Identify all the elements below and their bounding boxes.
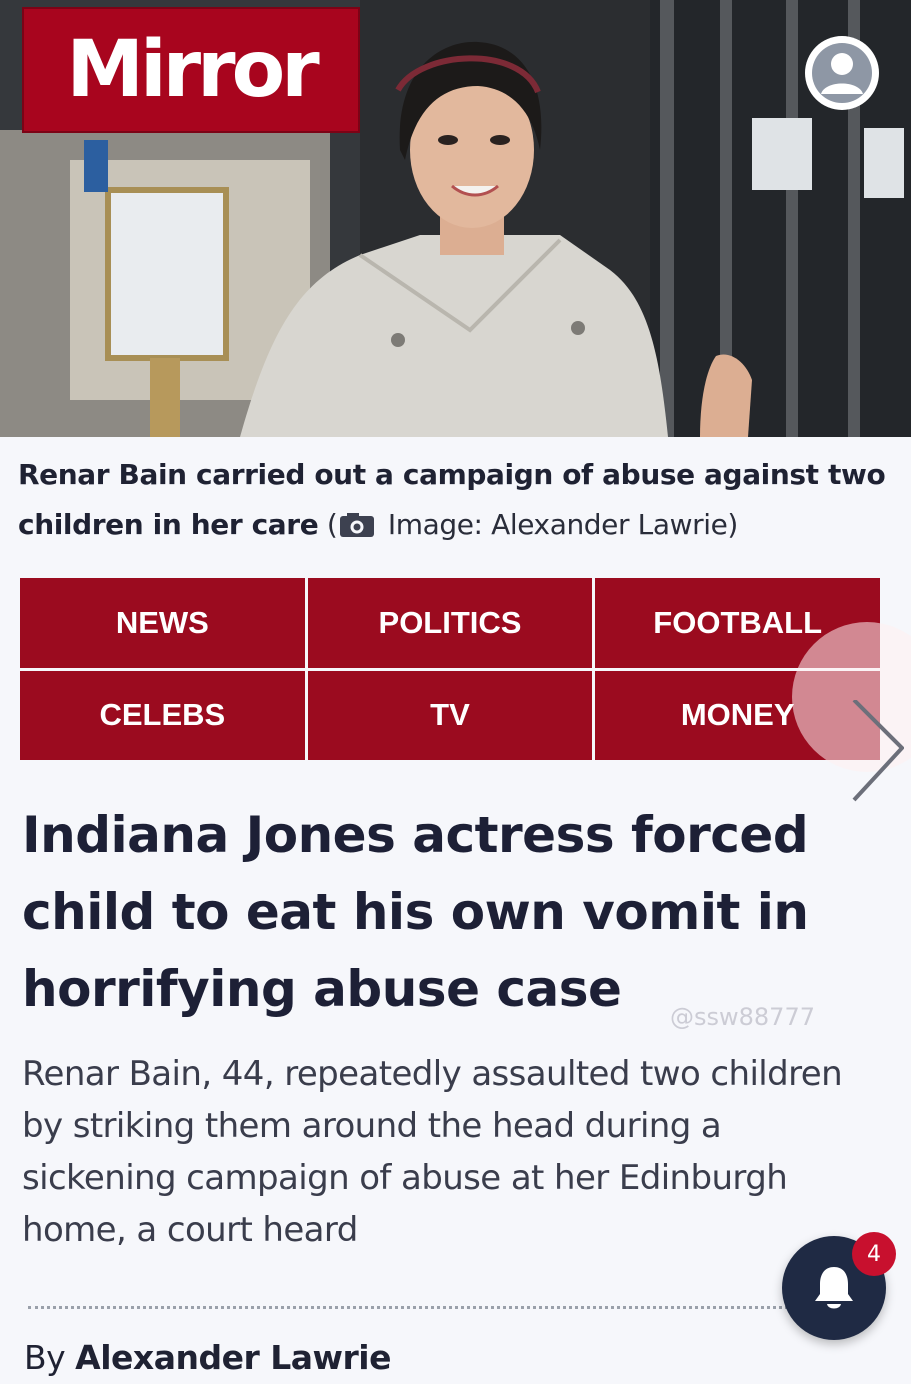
section-nav: NEWS POLITICS FOOTBALL CELEBS TV MONEY	[20, 578, 880, 760]
article-byline: By Alexander Lawrie	[24, 1338, 391, 1377]
chevron-right-icon	[852, 700, 904, 802]
watermark: @ssw88777	[670, 1003, 815, 1031]
article-headline: Indiana Jones actress forced child to ea…	[22, 806, 809, 1018]
article-standfirst: Renar Bain, 44, repeatedly assaulted two…	[22, 1054, 843, 1250]
photo-caption: Renar Bain carried out a campaign of abu…	[18, 450, 898, 550]
logo-text: Mirror	[66, 25, 319, 115]
nav-item-news[interactable]: NEWS	[20, 578, 305, 668]
caption-open-paren: (	[318, 508, 338, 541]
camera-icon	[340, 513, 375, 537]
mirror-logo[interactable]: Mirror	[22, 7, 360, 133]
bell-icon	[815, 1267, 853, 1309]
notification-count-badge: 4	[852, 1232, 896, 1276]
caption-credit: Image: Alexander Lawrie)	[379, 508, 738, 541]
byline-prefix: By	[24, 1338, 76, 1377]
account-button[interactable]	[801, 32, 883, 114]
nav-item-tv[interactable]: TV	[307, 670, 593, 760]
hero-photo: Mirror	[0, 0, 911, 437]
author-link[interactable]: Alexander Lawrie	[75, 1338, 391, 1377]
user-circle-icon	[805, 36, 879, 110]
dotted-divider	[28, 1306, 788, 1309]
article-page: Mirror Renar Bain carried out a campaign…	[0, 0, 911, 1384]
nav-item-politics[interactable]: POLITICS	[307, 578, 593, 668]
nav-item-celebs[interactable]: CELEBS	[20, 670, 305, 760]
